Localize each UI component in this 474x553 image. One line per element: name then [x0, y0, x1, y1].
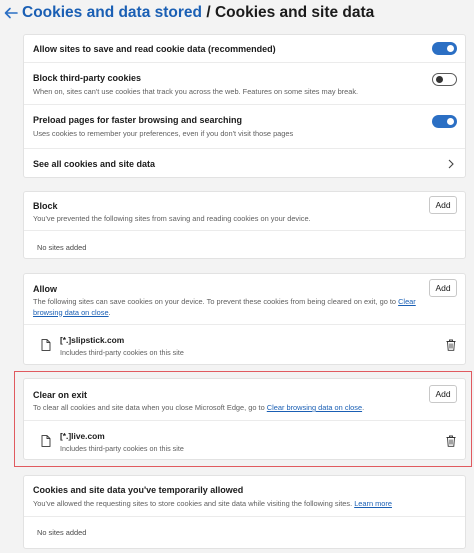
- block-add-button[interactable]: Add: [429, 196, 457, 214]
- see-all-cookies-row[interactable]: See all cookies and site data: [24, 149, 465, 179]
- cookie-settings-card: Allow sites to save and read cookie data…: [23, 34, 466, 178]
- clear-on-exit-site-subtext: Includes third-party cookies on this sit…: [60, 444, 184, 453]
- clear-on-exit-description: To clear all cookies and site data when …: [33, 403, 364, 413]
- allow-site-row: [*.]slipstick.com Includes third-party c…: [24, 325, 465, 365]
- block-third-party-title: Block third-party cookies: [33, 73, 142, 83]
- clear-on-exit-add-button[interactable]: Add: [429, 385, 457, 403]
- block-description: You've prevented the following sites fro…: [33, 214, 311, 223]
- clear-on-exit-title: Clear on exit: [33, 390, 88, 400]
- page-header: Cookies and data stored / Cookies and si…: [0, 0, 474, 28]
- clear-browsing-data-link[interactable]: Clear browsing data on close: [267, 403, 362, 412]
- allow-card: Allow The following sites can save cooki…: [23, 273, 466, 365]
- file-icon: [41, 435, 51, 447]
- clear-on-exit-card: Clear on exit To clear all cookies and s…: [23, 378, 466, 460]
- block-card: Block You've prevented the following sit…: [23, 191, 466, 259]
- breadcrumb: Cookies and data stored / Cookies and si…: [22, 4, 374, 22]
- allow-site-name: [*.]slipstick.com: [60, 335, 125, 345]
- divider: [24, 230, 465, 231]
- allow-description: The following sites can save cookies on …: [33, 297, 416, 318]
- allow-description-end: .: [108, 307, 111, 317]
- block-third-party-setting: Block third-party cookies When on, sites…: [24, 63, 465, 103]
- allow-clear-link[interactable]: Clear: [398, 297, 416, 306]
- clear-on-exit-site-name: [*.]live.com: [60, 431, 105, 441]
- temporary-description-text: You've allowed the requesting sites to s…: [33, 499, 353, 508]
- allow-save-title: Allow sites to save and read cookie data…: [33, 44, 276, 54]
- block-empty-message: No sites added: [37, 243, 87, 252]
- block-title: Block: [33, 201, 58, 211]
- learn-more-link[interactable]: Learn more: [354, 499, 392, 508]
- allow-save-setting: Allow sites to save and read cookie data…: [24, 35, 465, 62]
- allow-title: Allow: [33, 284, 57, 294]
- temporary-empty-message: No sites added: [37, 528, 87, 537]
- see-all-cookies-label: See all cookies and site data: [33, 159, 156, 169]
- clear-on-exit-description-text: To clear all cookies and site data when …: [33, 403, 265, 412]
- temporary-title: Cookies and site data you've temporarily…: [33, 485, 244, 495]
- preload-setting: Preload pages for faster browsing and se…: [24, 105, 465, 147]
- preload-description: Uses cookies to remember your preference…: [33, 129, 294, 138]
- divider: [24, 516, 465, 517]
- clear-on-exit-description-end: .: [362, 403, 365, 412]
- page-title: Cookies and site data: [214, 4, 375, 21]
- block-third-party-description: When on, sites can't use cookies that tr…: [33, 87, 359, 96]
- preload-toggle[interactable]: [432, 115, 457, 128]
- temporary-allowed-card: Cookies and site data you've temporarily…: [23, 475, 466, 549]
- clear-on-exit-site-row: [*.]live.com Includes third-party cookie…: [24, 421, 465, 460]
- temporary-description: You've allowed the requesting sites to s…: [33, 499, 392, 509]
- allow-site-subtext: Includes third-party cookies on this sit…: [60, 348, 184, 357]
- chevron-right-icon: [448, 159, 454, 169]
- file-icon: [41, 339, 51, 351]
- back-arrow-icon[interactable]: [3, 5, 19, 21]
- allow-add-button[interactable]: Add: [429, 279, 457, 297]
- allow-description-text: The following sites can save cookies on …: [33, 297, 397, 306]
- preload-title: Preload pages for faster browsing and se…: [33, 115, 243, 125]
- breadcrumb-separator: /: [206, 4, 211, 21]
- allow-clear-link-cont[interactable]: browsing data on close: [33, 308, 109, 317]
- allow-save-toggle[interactable]: [432, 42, 457, 55]
- delete-icon[interactable]: [446, 435, 456, 447]
- block-third-party-toggle[interactable]: [432, 73, 457, 86]
- breadcrumb-parent-link[interactable]: Cookies and data stored: [22, 4, 202, 21]
- delete-icon[interactable]: [446, 339, 456, 351]
